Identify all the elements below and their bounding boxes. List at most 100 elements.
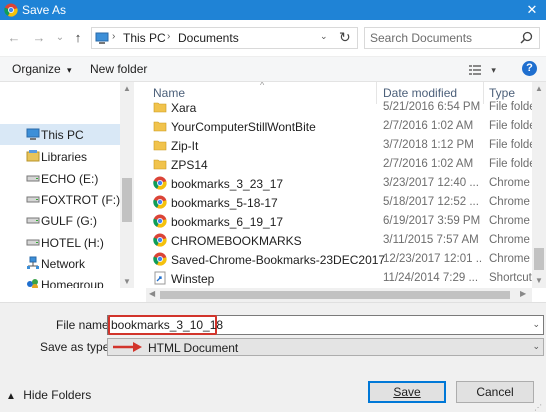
resize-grip-icon[interactable]: ⋰ xyxy=(534,403,542,412)
sidebar-item-this-pc[interactable]: This PC xyxy=(0,124,120,145)
file-date: 12/23/2017 12:01 ... xyxy=(383,253,483,265)
file-type: Chrome H xyxy=(489,177,532,189)
file-row[interactable]: ZPS14 2/7/2016 1:02 AM File folder xyxy=(146,155,532,174)
breadcrumb-separator: › xyxy=(112,31,116,42)
file-date: 3/11/2015 7:57 AM xyxy=(383,234,479,246)
file-row[interactable]: bookmarks_5-18-17 5/18/2017 12:52 ... Chro… xyxy=(146,193,532,212)
homegroup-icon xyxy=(27,279,38,288)
save-button-label: Save xyxy=(393,385,421,399)
scroll-up-icon[interactable]: ▲ xyxy=(123,84,131,93)
sidebar-item-gulf[interactable]: GULF (G:) xyxy=(0,210,120,231)
libraries-icon xyxy=(26,150,40,162)
address-dropdown-icon[interactable]: ⌄ xyxy=(320,31,328,42)
file-name: Zip-It xyxy=(171,139,199,153)
file-row[interactable]: YourComputerStillWontBite 2/7/2016 1:02 A… xyxy=(146,117,532,136)
scroll-down-icon[interactable]: ▼ xyxy=(535,276,543,285)
file-row[interactable]: Winstep 11/24/2014 7:29 ... Shortcut xyxy=(146,269,532,288)
file-type: File folder xyxy=(489,101,532,113)
file-date: 3/7/2018 1:12 PM xyxy=(383,139,474,151)
window-title: Save As xyxy=(22,3,67,17)
hide-folders-button[interactable]: ▲ Hide Folders xyxy=(6,388,91,402)
file-date: 3/23/2017 12:40 ... xyxy=(383,177,479,189)
organize-button[interactable]: Organize ▾ xyxy=(12,62,72,76)
file-name: CHROMEBOOKMARKS xyxy=(171,234,302,248)
cancel-button[interactable]: Cancel xyxy=(456,381,534,403)
savetype-select[interactable]: HTML Document ⌄ xyxy=(107,338,544,356)
sidebar-item-network[interactable]: Network xyxy=(0,253,120,274)
scrollbar-thumb[interactable] xyxy=(160,291,510,299)
views-caret-icon: ▾ xyxy=(491,65,496,75)
horizontal-scrollbar[interactable]: ◀ ▶ xyxy=(146,288,532,302)
sidebar-item-libraries[interactable]: Libraries xyxy=(0,146,120,167)
up-button[interactable]: ↑ xyxy=(70,30,86,46)
chrome-icon xyxy=(4,3,18,17)
sidebar-item-label: GULF (G:) xyxy=(41,214,97,228)
save-button[interactable]: Save xyxy=(368,381,446,403)
refresh-icon[interactable]: ↻ xyxy=(339,29,351,46)
address-bar[interactable]: › This PC › Documents ⌄ ↻ xyxy=(91,27,358,49)
chrome-icon xyxy=(153,176,167,190)
chrome-icon xyxy=(153,252,167,266)
file-date: 11/24/2014 7:29 ... xyxy=(383,272,479,284)
file-date: 6/19/2017 3:59 PM xyxy=(383,215,481,227)
scrollbar-thumb[interactable] xyxy=(534,248,544,270)
folder-icon xyxy=(153,138,167,152)
sidebar-item-label: Network xyxy=(41,257,86,271)
file-name: bookmarks_5-18-17 xyxy=(171,196,278,210)
drive-icon xyxy=(26,239,40,246)
file-date: 5/18/2017 12:52 ... xyxy=(383,196,479,208)
file-row[interactable]: bookmarks_6_19_17 6/19/2017 3:59 PM Chrome… xyxy=(146,212,532,231)
file-row[interactable]: bookmarks_3_23_17 3/23/2017 12:40 ... Chro… xyxy=(146,174,532,193)
navigation-pane-scrollbar[interactable]: ▲ ▼ xyxy=(120,82,134,288)
computer-icon xyxy=(26,128,40,140)
hide-folders-label: Hide Folders xyxy=(23,388,92,402)
sort-caret-icon: ^ xyxy=(260,82,265,90)
file-name: Xara xyxy=(171,101,197,115)
search-box[interactable] xyxy=(364,27,540,49)
file-type: Chrome H xyxy=(489,196,532,208)
chrome-icon xyxy=(153,195,167,209)
file-date: 2/7/2016 1:02 AM xyxy=(383,120,474,132)
sidebar-item-echo[interactable]: ECHO (E:) xyxy=(0,168,120,189)
filename-field[interactable]: bookmarks_3_10_18 ⌄ xyxy=(107,315,544,335)
file-type: Chrome H xyxy=(489,253,532,265)
help-button[interactable]: ? xyxy=(522,61,537,76)
scroll-left-icon[interactable]: ◀ xyxy=(149,289,155,298)
title-bar: Save As ✕ xyxy=(0,0,546,20)
breadcrumb-this-pc[interactable]: This PC xyxy=(123,31,166,45)
forward-button[interactable]: → xyxy=(31,30,47,46)
file-name: ZPS14 xyxy=(171,158,208,172)
breadcrumb-documents[interactable]: Documents xyxy=(178,31,239,45)
file-row[interactable]: Saved-Chrome-Bookmarks-23DEC2017 12/23/20… xyxy=(146,250,532,269)
file-name: Saved-Chrome-Bookmarks-23DEC2017 xyxy=(171,253,386,267)
sidebar-item-hotel[interactable]: HOTEL (H:) xyxy=(0,232,120,253)
file-row[interactable]: Zip-It 3/7/2018 1:12 PM File folder xyxy=(146,136,532,155)
folder-icon xyxy=(153,119,167,133)
details-view-icon xyxy=(469,64,481,75)
folder-icon xyxy=(153,157,167,171)
file-row[interactable]: Xara 5/21/2016 6:54 PM File folder xyxy=(146,98,532,117)
sidebar-item-label: FOXTROT (F:) xyxy=(41,193,120,207)
search-input[interactable] xyxy=(370,31,515,45)
caret-up-icon: ▲ xyxy=(6,391,16,402)
chevron-down-icon[interactable]: ⌄ xyxy=(532,319,540,330)
scroll-right-icon[interactable]: ▶ xyxy=(520,289,526,298)
chevron-down-icon[interactable]: ⌄ xyxy=(532,341,540,352)
scrollbar-thumb[interactable] xyxy=(122,178,132,222)
close-button[interactable]: ✕ xyxy=(518,0,546,20)
red-arrow-icon xyxy=(113,342,142,352)
new-folder-button[interactable]: New folder xyxy=(90,62,147,76)
change-view-button[interactable]: ▾ xyxy=(468,62,496,76)
back-button[interactable]: ← xyxy=(6,30,22,46)
recent-locations-button[interactable]: ⌄ xyxy=(52,30,68,46)
navigation-pane: This PC Libraries ECHO (E:) FOXTROT (F:)… xyxy=(0,82,120,288)
scroll-down-icon[interactable]: ▼ xyxy=(123,277,131,286)
scroll-up-icon[interactable]: ▲ xyxy=(535,84,543,93)
file-name: YourComputerStillWontBite xyxy=(171,120,316,134)
file-list-scrollbar[interactable]: ▲ ▼ xyxy=(532,82,546,288)
file-row[interactable]: CHROMEBOOKMARKS 3/11/2015 7:57 AM Chrome H xyxy=(146,231,532,250)
file-type: File folder xyxy=(489,139,532,151)
filename-input[interactable]: bookmarks_3_10_18 xyxy=(111,318,223,332)
sidebar-item-homegroup[interactable]: Homegroup xyxy=(0,274,120,288)
sidebar-item-foxtrot[interactable]: FOXTROT (F:) xyxy=(0,189,120,210)
